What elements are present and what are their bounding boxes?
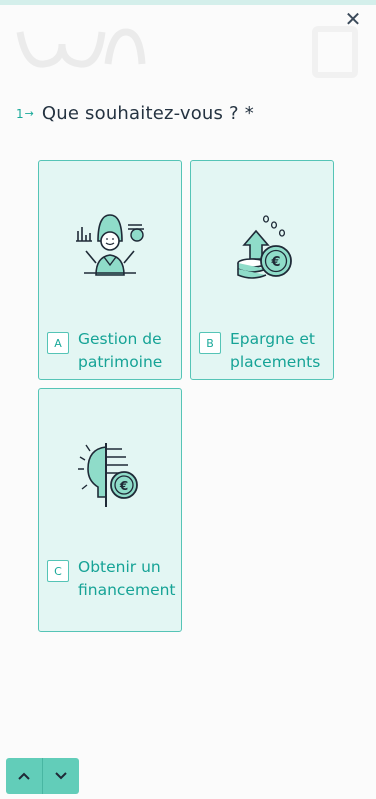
question-text: Que souhaitez-vous ? * xyxy=(41,103,254,124)
background-shape xyxy=(312,26,358,78)
choice-label: Epargne et placements xyxy=(230,330,321,371)
question-arrow-icon: → xyxy=(24,107,34,120)
choice-key-a: A xyxy=(47,332,69,354)
svg-text:€: € xyxy=(119,479,128,493)
choice-gestion-de-patrimoine[interactable]: A Gestion de patrimoine xyxy=(38,160,182,380)
next-button[interactable] xyxy=(42,758,79,794)
question-number-value: 1 xyxy=(16,106,24,121)
financing-idea-icon: € xyxy=(78,443,138,507)
question-number: 1 → xyxy=(16,107,34,121)
chevron-up-icon xyxy=(18,772,30,780)
question-header: 1 → Que souhaitez-vous ? * xyxy=(16,103,254,124)
choice-key-b: B xyxy=(199,332,221,354)
choice-obtenir-un-financement[interactable]: € C Obtenir un financement xyxy=(38,388,182,632)
previous-button[interactable] xyxy=(6,758,42,794)
navigation-buttons xyxy=(6,758,79,794)
choice-label: Gestion de patrimoine xyxy=(78,330,163,371)
choice-label: Obtenir un financement xyxy=(78,558,176,599)
savings-growth-icon: € xyxy=(237,215,292,279)
top-progress-bar xyxy=(0,0,376,5)
svg-text:€: € xyxy=(270,255,280,270)
chevron-down-icon xyxy=(55,772,67,780)
background-logo xyxy=(16,28,146,68)
choice-key-c: C xyxy=(47,560,69,582)
choice-epargne-et-placements[interactable]: € B Epargne et placements xyxy=(190,160,334,380)
wealth-manager-icon xyxy=(76,214,144,276)
